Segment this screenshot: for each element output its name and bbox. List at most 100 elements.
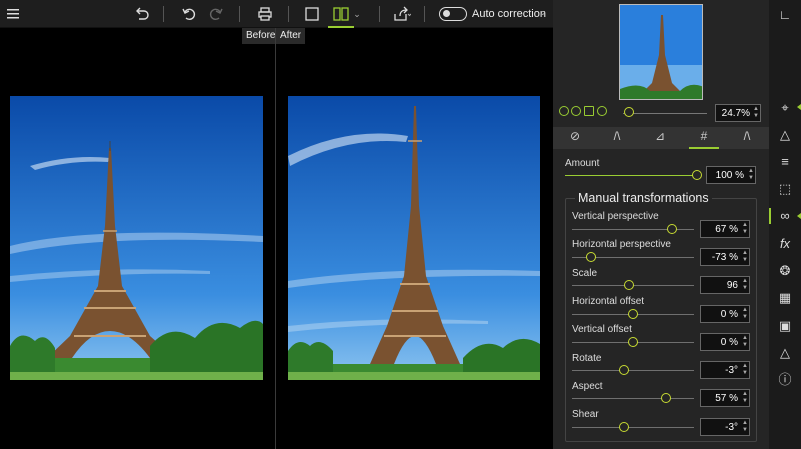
toolbar-separator: [239, 6, 240, 22]
horizontal-offset-value-field[interactable]: 0 % ▲ ▼: [700, 305, 750, 323]
compare-divider[interactable]: [275, 28, 276, 449]
active-view-indicator: [328, 26, 354, 28]
horizontal-offset-spinner-icon[interactable]: ▲ ▼: [742, 307, 748, 321]
after-label: After: [276, 28, 306, 44]
navigator-thumbnail[interactable]: [619, 4, 703, 100]
vertical-offset-value-field[interactable]: 0 % ▲ ▼: [700, 333, 750, 351]
zoom-out-icon[interactable]: [559, 106, 569, 116]
shear-value-field[interactable]: -3° ▲ ▼: [700, 418, 750, 436]
tab-vertical-lines-icon[interactable]: /\: [606, 129, 628, 147]
horizontal-perspective-value-field[interactable]: -73 % ▲ ▼: [700, 248, 750, 266]
toolbar-separator: [424, 6, 425, 22]
active-tool-indicator: [769, 208, 771, 224]
single-view-icon[interactable]: [299, 3, 325, 25]
active-tab-indicator: [689, 147, 719, 149]
before-label: Before: [242, 28, 280, 44]
auto-correction-label: Auto correction: [472, 8, 546, 20]
watermark-icon[interactable]: △: [777, 345, 793, 361]
toolbar-separator: [288, 6, 289, 22]
scale-slider-knob[interactable]: [624, 280, 634, 290]
vertical-perspective-value-field[interactable]: 67 % ▲ ▼: [700, 220, 750, 238]
vertical-offset-slider-knob[interactable]: [628, 337, 638, 347]
scale-value-text: 96: [726, 280, 738, 291]
tab-perspective-icon[interactable]: /\: [736, 129, 758, 147]
tab-horizon-icon[interactable]: ⊿: [649, 129, 671, 147]
horizontal-perspective-spinner-icon[interactable]: ▲ ▼: [742, 250, 748, 264]
horizontal-perspective-label: Horizontal perspective: [572, 239, 671, 250]
vertical-perspective-slider-knob[interactable]: [667, 224, 677, 234]
vertical-offset-label: Vertical offset: [572, 324, 632, 335]
vertical-perspective-label: Vertical perspective: [572, 211, 659, 222]
shear-slider-track[interactable]: [572, 427, 694, 428]
rotate-spinner-icon[interactable]: ▲ ▼: [742, 363, 748, 377]
effects-icon[interactable]: fx: [777, 236, 793, 252]
view-mode-chevron-icon[interactable]: ⌄: [350, 3, 364, 25]
crop-icon[interactable]: ⌖: [777, 100, 793, 116]
vertical-perspective-spinner-icon[interactable]: ▲ ▼: [742, 222, 748, 236]
scale-label: Scale: [572, 268, 598, 279]
zoom-value-text: 24.7%: [721, 108, 750, 119]
sliders-icon[interactable]: ≡: [777, 154, 793, 170]
info-icon[interactable]: ⓘ: [777, 372, 793, 388]
zoom-slider-knob[interactable]: [624, 107, 634, 117]
vertical-perspective-value-text: 67 %: [715, 224, 738, 235]
zoom-actual-size-icon[interactable]: [584, 106, 594, 116]
zoom-fit-icon[interactable]: [597, 106, 607, 116]
top-toolbar: ⌄ Auto correction ⌄: [0, 0, 553, 28]
share-icon[interactable]: [389, 3, 415, 25]
aspect-spinner-icon[interactable]: ▲ ▼: [742, 391, 748, 405]
amount-value-text: 100 %: [715, 170, 744, 181]
scale-value-field[interactable]: 96 ▲ ▼: [700, 276, 750, 294]
rotate-slider-track[interactable]: [572, 370, 694, 371]
selection-icon[interactable]: ⬚: [777, 181, 793, 197]
zoom-value-field[interactable]: 24.7% ▲ ▼: [715, 104, 761, 122]
amount-value-field[interactable]: 100 % ▲ ▼: [706, 166, 756, 184]
toolbar-separator: [163, 6, 164, 22]
horizontal-perspective-slider-knob[interactable]: [586, 252, 596, 262]
shear-label: Shear: [572, 409, 599, 420]
flask-icon[interactable]: △: [777, 127, 793, 143]
shear-slider-knob[interactable]: [619, 422, 629, 432]
glasses-icon[interactable]: ∞: [777, 208, 793, 224]
vertical-offset-value-text: 0 %: [720, 337, 738, 348]
auto-correction-chevron-icon[interactable]: ⌄: [539, 7, 547, 18]
shear-spinner-icon[interactable]: ▲ ▼: [742, 420, 748, 434]
hamburger-icon[interactable]: [0, 3, 26, 25]
amount-spinner-icon[interactable]: ▲ ▼: [748, 168, 754, 182]
toolbar-separator: [379, 6, 380, 22]
horizontal-perspective-value-text: -73 %: [711, 252, 738, 263]
rotate-value-field[interactable]: -3° ▲ ▼: [700, 361, 750, 379]
color-circles-icon[interactable]: ❂: [777, 263, 793, 279]
redo-icon[interactable]: [203, 3, 229, 25]
crop-active-indicator: [797, 104, 801, 110]
rotate-slider-knob[interactable]: [619, 365, 629, 375]
vertical-offset-spinner-icon[interactable]: ▲ ▼: [742, 335, 748, 349]
amount-slider-track[interactable]: [565, 175, 697, 176]
rotate-value-text: -3°: [725, 365, 738, 376]
correction-mode-tabs: ⊘ /\ ⊿ # /\: [553, 127, 769, 149]
auto-correction-toggle[interactable]: [439, 7, 467, 21]
print-icon[interactable]: [252, 3, 278, 25]
scale-spinner-icon[interactable]: ▲ ▼: [742, 278, 748, 292]
zoom-spinner-icon[interactable]: ▲ ▼: [753, 106, 759, 120]
shear-value-text: -3°: [725, 422, 738, 433]
after-image: [288, 96, 540, 380]
undo-icon[interactable]: [176, 3, 202, 25]
zoom-slider-track[interactable]: [623, 113, 707, 114]
zoom-in-icon[interactable]: [571, 106, 581, 116]
amount-slider-knob[interactable]: [692, 170, 702, 180]
texture-icon[interactable]: ▦: [777, 290, 793, 306]
aspect-value-text: 57 %: [715, 393, 738, 404]
tab-manual-transform-icon[interactable]: #: [693, 129, 715, 147]
frame-icon[interactable]: ▣: [777, 318, 793, 334]
tab-lens-icon[interactable]: ⊘: [564, 129, 586, 147]
undo-all-icon[interactable]: [129, 3, 155, 25]
manual-transformations-title: Manual transformations: [575, 191, 712, 205]
aspect-value-field[interactable]: 57 % ▲ ▼: [700, 389, 750, 407]
histogram-icon[interactable]: ∟: [777, 7, 793, 23]
horizontal-offset-slider-knob[interactable]: [628, 309, 638, 319]
aspect-slider-track[interactable]: [572, 398, 694, 399]
horizontal-offset-value-text: 0 %: [720, 309, 738, 320]
glasses-active-indicator: [797, 213, 801, 219]
aspect-slider-knob[interactable]: [661, 393, 671, 403]
